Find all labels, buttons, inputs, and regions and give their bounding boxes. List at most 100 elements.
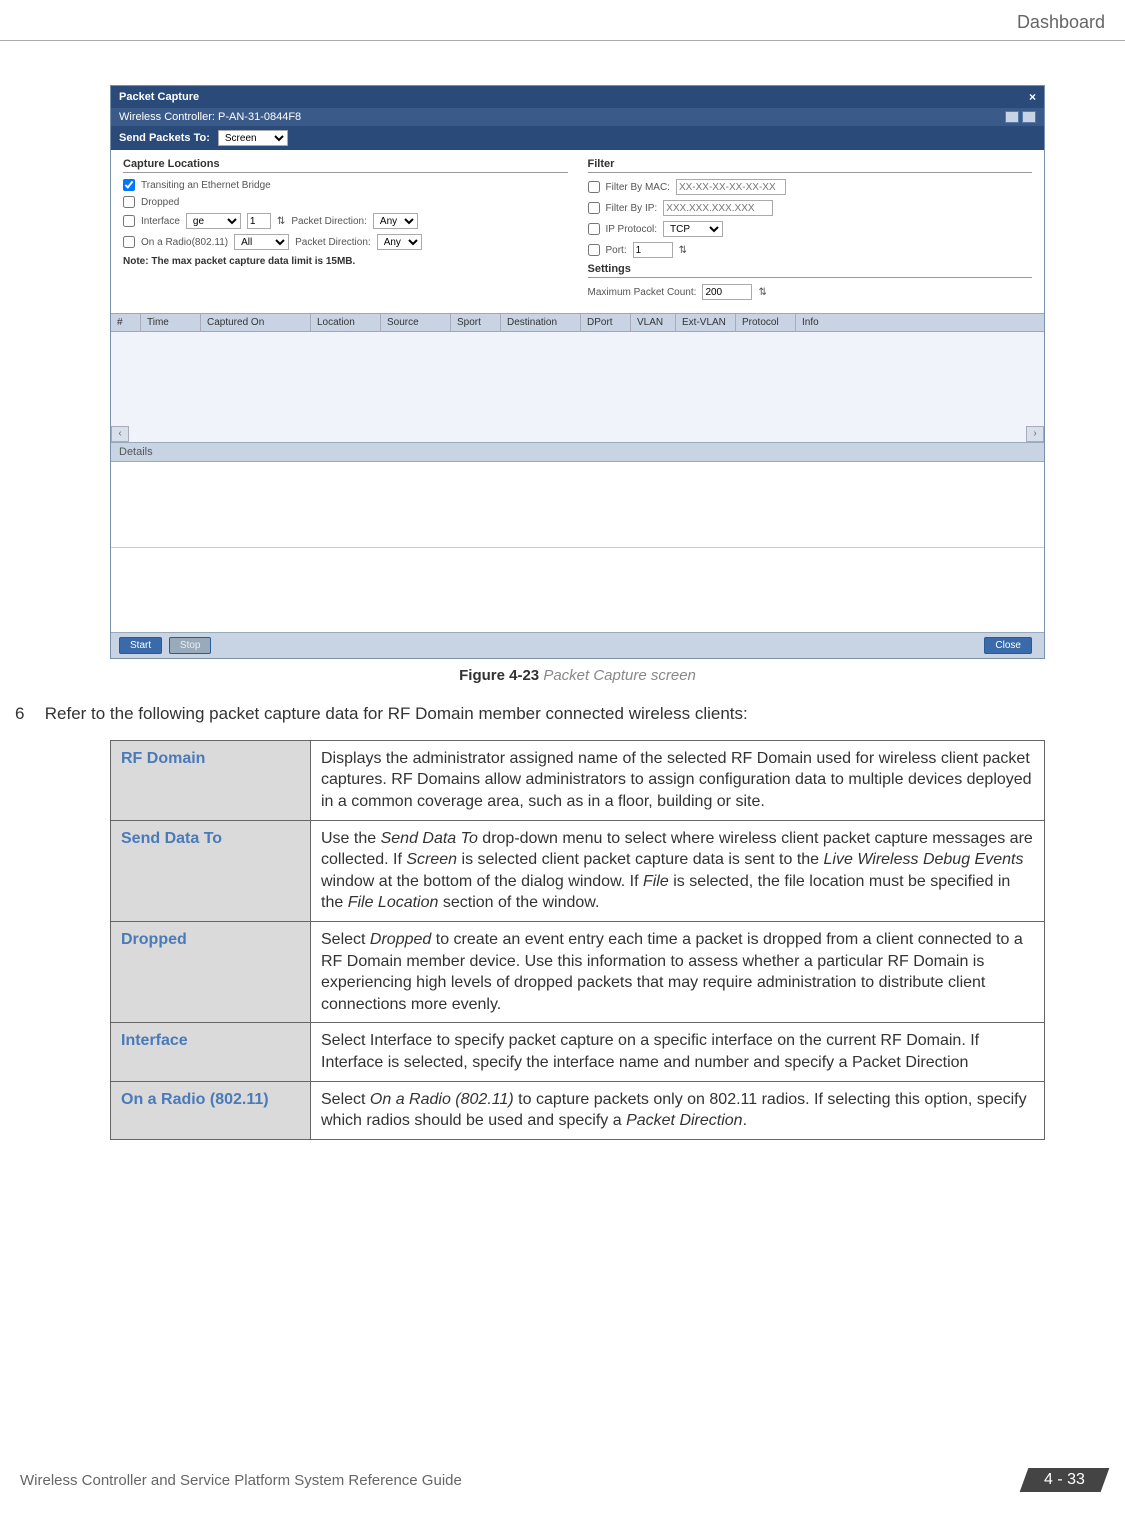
interface-label: Interface [141,216,180,227]
controller-label: Wireless Controller: P-AN-31-0844F8 [119,111,301,123]
dialog-titlebar: Packet Capture × [111,86,1044,108]
details-pane-1 [111,462,1044,548]
expand-icon[interactable] [1005,111,1019,123]
term-cell: Dropped [111,921,311,1022]
table-row: Send Data ToUse the Send Data To drop-do… [111,820,1045,921]
desc-cell: Use the Send Data To drop-down menu to s… [311,820,1045,921]
term-cell: On a Radio (802.11) [111,1081,311,1139]
term-cell: Send Data To [111,820,311,921]
scroll-left-icon[interactable]: ‹ [111,426,129,442]
close-icon[interactable]: × [1029,90,1036,104]
figure-number: Figure 4-23 [459,667,539,684]
port-input[interactable] [633,242,673,258]
capture-locations-group: Capture Locations Transiting an Ethernet… [123,158,568,305]
transiting-checkbox[interactable] [123,179,135,191]
ip-proto-select[interactable]: TCP [663,221,723,237]
col-location[interactable]: Location [311,314,381,331]
table-row: On a Radio (802.11)Select On a Radio (80… [111,1081,1045,1139]
spinner-icon[interactable]: ⇅ [679,245,687,256]
interface-number-input[interactable] [247,213,271,229]
col-captured-on[interactable]: Captured On [201,314,311,331]
interface-checkbox[interactable] [123,215,135,227]
start-button[interactable]: Start [119,637,162,654]
dialog-footer: Start Stop Close [111,632,1044,658]
table-row: InterfaceSelect Interface to specify pac… [111,1023,1045,1081]
packet-direction-label-2: Packet Direction: [295,237,371,248]
radio-checkbox[interactable] [123,236,135,248]
col-info[interactable]: Info [796,314,1044,331]
dropped-label: Dropped [141,197,179,208]
desc-cell: Select Dropped to create an event entry … [311,921,1045,1022]
spinner-icon[interactable]: ⇅ [758,287,766,298]
port-label: Port: [606,245,627,256]
packet-direction-select-2[interactable]: Any [377,234,422,250]
max-count-label: Maximum Packet Count: [588,287,697,298]
ip-proto-label: IP Protocol: [606,224,658,235]
help-icon[interactable] [1022,111,1036,123]
port-checkbox[interactable] [588,244,600,256]
col-destination[interactable]: Destination [501,314,581,331]
capture-note: Note: The max packet capture data limit … [123,256,568,267]
capture-table-body: ‹ › [111,332,1044,442]
col-time[interactable]: Time [141,314,201,331]
page-number-badge: 4 - 33 [1020,1468,1110,1492]
spinner-icon[interactable]: ⇅ [277,216,285,227]
stop-button[interactable]: Stop [169,637,212,654]
term-cell: Interface [111,1023,311,1081]
scroll-right-icon[interactable]: › [1026,426,1044,442]
filter-ip-checkbox[interactable] [588,202,600,214]
figure-caption: Figure 4-23 Packet Capture screen [110,667,1045,684]
table-row: DroppedSelect Dropped to create an event… [111,921,1045,1022]
send-packets-bar: Send Packets To: Screen [111,126,1044,150]
controller-bar: Wireless Controller: P-AN-31-0844F8 [111,108,1044,126]
desc-cell: Select Interface to specify packet captu… [311,1023,1045,1081]
packet-capture-dialog: Packet Capture × Wireless Controller: P-… [110,85,1045,659]
col-ext-vlan[interactable]: Ext-VLAN [676,314,736,331]
packet-direction-label-1: Packet Direction: [291,216,367,227]
details-pane-2 [111,548,1044,633]
term-cell: RF Domain [111,740,311,820]
dialog-title: Packet Capture [119,91,199,103]
footer-guide-title: Wireless Controller and Service Platform… [20,1472,462,1489]
col-dport[interactable]: DPort [581,314,631,331]
table-row: RF DomainDisplays the administrator assi… [111,740,1045,820]
send-packets-label: Send Packets To: [119,132,210,144]
filter-ip-input[interactable] [663,200,773,216]
filter-mac-input[interactable] [676,179,786,195]
col-protocol[interactable]: Protocol [736,314,796,331]
figure-text: Packet Capture screen [543,667,696,684]
filter-group: Filter Filter By MAC: Filter By IP: IP P… [588,158,1033,305]
page-footer: Wireless Controller and Service Platform… [20,1468,1105,1492]
radio-label: On a Radio(802.11) [141,237,228,248]
close-button[interactable]: Close [984,637,1032,654]
desc-cell: Displays the administrator assigned name… [311,740,1045,820]
filter-legend: Filter [588,158,1033,173]
packet-direction-select-1[interactable]: Any [373,213,418,229]
filter-mac-checkbox[interactable] [588,181,600,193]
filter-ip-label: Filter By IP: [606,203,658,214]
transiting-label: Transiting an Ethernet Bridge [141,180,271,191]
header-section: Dashboard [1017,12,1105,33]
step-number: 6 [15,702,40,726]
details-header: Details [111,442,1044,462]
ip-proto-checkbox[interactable] [588,223,600,235]
step-text: Refer to the following packet capture da… [45,704,748,723]
col-source[interactable]: Source [381,314,451,331]
interface-select[interactable]: ge [186,213,241,229]
capture-table-header: # Time Captured On Location Source Sport… [111,313,1044,332]
col-sport[interactable]: Sport [451,314,501,331]
header-divider [0,40,1125,41]
settings-legend: Settings [588,263,1033,278]
col-vlan[interactable]: VLAN [631,314,676,331]
capture-locations-legend: Capture Locations [123,158,568,173]
send-packets-select[interactable]: Screen [218,130,288,146]
step-6: 6 Refer to the following packet capture … [15,702,1045,726]
dropped-checkbox[interactable] [123,196,135,208]
col-num[interactable]: # [111,314,141,331]
filter-mac-label: Filter By MAC: [606,182,670,193]
max-count-input[interactable] [702,284,752,300]
desc-cell: Select On a Radio (802.11) to capture pa… [311,1081,1045,1139]
definition-table: RF DomainDisplays the administrator assi… [110,740,1045,1140]
radio-select[interactable]: All [234,234,289,250]
details-body [111,462,1044,632]
